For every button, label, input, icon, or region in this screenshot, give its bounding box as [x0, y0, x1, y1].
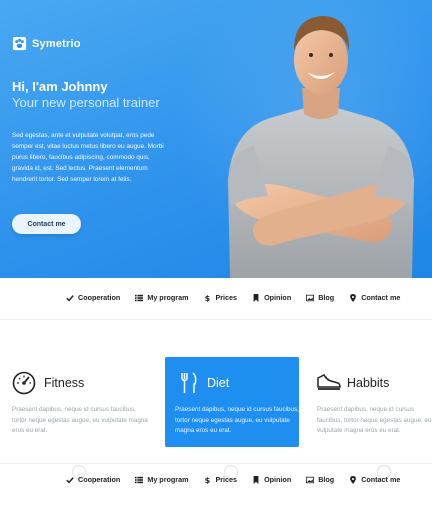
- nav-label: Blog: [318, 475, 335, 484]
- check-icon: [66, 294, 74, 301]
- dollar-icon: $: [205, 294, 211, 302]
- bookmark-icon: [253, 293, 259, 302]
- nav-prices[interactable]: $ Prices: [203, 475, 237, 484]
- nav-cooperation[interactable]: Cooperation: [66, 475, 120, 484]
- map-marker-icon: [350, 475, 357, 484]
- speedometer-icon: [12, 371, 36, 395]
- nav-cooperation[interactable]: Cooperation: [66, 293, 120, 302]
- nav-blog[interactable]: Blog: [306, 293, 334, 302]
- nav-label: Cooperation: [78, 475, 121, 484]
- feature-fitness[interactable]: Fitness Praesent dapibus, neque id cursu…: [12, 357, 152, 447]
- fork-knife-icon: [181, 372, 197, 393]
- list-icon: [135, 476, 144, 483]
- nav-label: Contact me: [361, 475, 401, 484]
- feature-title: Fitness: [44, 376, 85, 390]
- nav-label: Opinion: [264, 475, 292, 484]
- main-nav: Cooperation My program $ Prices Opinion …: [66, 293, 400, 302]
- nav-label: Prices: [215, 475, 238, 484]
- feature-text: Praesent dapibus, neque id cursus faucib…: [12, 406, 148, 434]
- brand-logo[interactable]: Symetrio: [12, 36, 81, 51]
- hero-section: Symetrio Hi, I'am Johnny Your new person…: [0, 0, 432, 278]
- nav-opinion[interactable]: Opinion: [252, 293, 291, 302]
- section-divider: [0, 319, 432, 320]
- nav-label: Prices: [215, 293, 238, 302]
- hero-description: Sed egestas, ante et vulputate volutpat,…: [12, 132, 164, 183]
- nav-label: Opinion: [264, 293, 292, 302]
- image-icon: [306, 476, 315, 483]
- feature-habbits[interactable]: Habbits Praesent dapibus, neque id cursu…: [317, 357, 432, 447]
- svg-text:$: $: [205, 476, 211, 484]
- nav-opinion[interactable]: Opinion: [252, 475, 291, 484]
- hero-subtitle: Your new personal trainer: [12, 95, 160, 110]
- svg-text:$: $: [205, 294, 211, 302]
- nav-prices[interactable]: $ Prices: [203, 293, 237, 302]
- nav-label: My program: [147, 475, 189, 484]
- bookmark-icon: [253, 475, 259, 484]
- nav-my-program[interactable]: My program: [135, 475, 188, 484]
- nav-label: Blog: [318, 293, 335, 302]
- hero-title: Hi, I'am Johnny: [12, 79, 108, 94]
- feature-text: Praesent dapibus, neque id cursus faucib…: [175, 406, 299, 434]
- section-divider: [0, 463, 432, 464]
- feature-text: Praesent dapibus, neque id cursus faucib…: [317, 406, 432, 434]
- dollar-icon: $: [205, 476, 211, 484]
- nav-label: My program: [147, 293, 189, 302]
- nav-my-program[interactable]: My program: [135, 293, 188, 302]
- contact-me-button[interactable]: Contact me: [12, 214, 81, 234]
- image-icon: [306, 294, 315, 301]
- nav-contact-me[interactable]: Contact me: [349, 293, 400, 302]
- check-icon: [66, 476, 74, 483]
- trainer-photo: [228, 16, 414, 278]
- nav-label: Cooperation: [78, 293, 121, 302]
- feature-diet[interactable]: Diet Praesent dapibus, neque id cursus f…: [165, 357, 299, 447]
- nav-label: Contact me: [361, 293, 401, 302]
- shoe-icon: [317, 374, 341, 390]
- nav-blog[interactable]: Blog: [306, 475, 334, 484]
- footer-nav: Cooperation My program $ Prices Opinion …: [66, 475, 400, 484]
- list-icon: [135, 294, 144, 301]
- paw-icon: [12, 36, 27, 51]
- nav-contact-me[interactable]: Contact me: [349, 475, 400, 484]
- brand-name: Symetrio: [32, 37, 81, 50]
- feature-title: Habbits: [347, 376, 390, 390]
- map-marker-icon: [350, 293, 357, 302]
- feature-title: Diet: [207, 376, 230, 390]
